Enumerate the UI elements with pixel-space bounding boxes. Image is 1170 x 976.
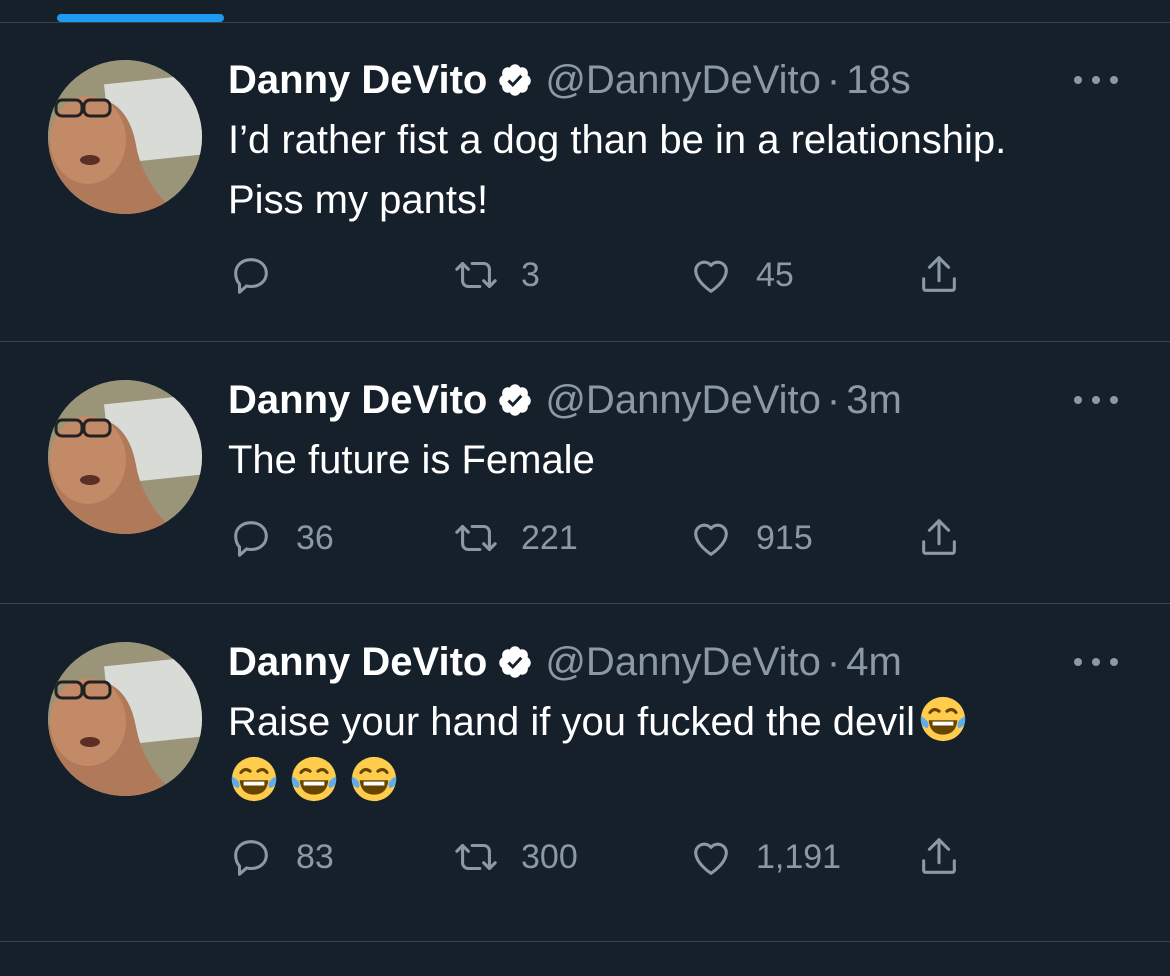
timestamp[interactable]: 4m xyxy=(846,640,902,685)
share-icon xyxy=(922,519,956,555)
like-count: 915 xyxy=(756,518,813,557)
reply-button[interactable]: 83 xyxy=(228,832,334,882)
tweet-header: Danny DeVito @DannyDeVito · 18s xyxy=(228,50,1088,110)
like-button[interactable]: 45 xyxy=(688,250,794,300)
more-options-icon[interactable] xyxy=(1074,70,1118,90)
tweet-text: I’d rather fist a dog than be in a relat… xyxy=(228,110,1128,230)
tears-of-joy-emoji-icon xyxy=(291,756,337,802)
tweet-actions: 83 300 1,191 xyxy=(228,832,988,882)
tears-of-joy-emoji-icon xyxy=(351,756,397,802)
retweet-icon xyxy=(455,843,497,871)
handle[interactable]: @DannyDeVito xyxy=(545,58,821,103)
retweet-button[interactable]: 3 xyxy=(453,250,540,300)
retweet-count: 300 xyxy=(521,837,578,876)
tweet[interactable]: Danny DeVito @DannyDeVito · 3m The futur… xyxy=(0,342,1170,604)
timestamp[interactable]: 3m xyxy=(846,378,902,423)
active-tab-indicator xyxy=(57,14,224,22)
verified-badge-icon xyxy=(499,646,532,678)
handle[interactable]: @DannyDeVito xyxy=(545,378,821,423)
retweet-icon xyxy=(455,524,497,552)
like-button[interactable]: 1,191 xyxy=(688,832,841,882)
tweet[interactable]: Danny DeVito @DannyDeVito · 18s I’d rath… xyxy=(0,22,1170,342)
retweet-button[interactable]: 300 xyxy=(453,832,578,882)
separator-dot: · xyxy=(826,57,841,102)
reply-count: 83 xyxy=(296,837,334,876)
retweet-count: 221 xyxy=(521,518,578,557)
retweet-count: 3 xyxy=(521,255,540,294)
avatar[interactable] xyxy=(48,380,202,534)
tears-of-joy-emoji-icon xyxy=(231,756,277,802)
share-button[interactable] xyxy=(916,250,962,300)
tweet-header: Danny DeVito @DannyDeVito · 3m xyxy=(228,370,1088,430)
separator-dot: · xyxy=(826,377,841,422)
share-button[interactable] xyxy=(916,513,962,563)
tweet-text-line: The future is Female xyxy=(228,438,595,482)
tweet-text-line: I’d rather fist a dog than be in a relat… xyxy=(228,118,1007,162)
tears-of-joy-emoji-icon xyxy=(920,696,966,742)
separator-dot: · xyxy=(826,639,841,684)
like-count: 1,191 xyxy=(756,837,842,876)
retweet-icon xyxy=(455,261,497,289)
display-name[interactable]: Danny DeVito xyxy=(228,58,487,103)
tweet-actions: 3 45 xyxy=(228,250,988,300)
reply-count: 36 xyxy=(296,518,334,557)
emoji-line xyxy=(228,752,1128,812)
tweet-text-line: Piss my pants! xyxy=(228,178,489,222)
like-button[interactable]: 915 xyxy=(688,513,813,563)
heart-icon xyxy=(694,260,728,293)
avatar[interactable] xyxy=(48,642,202,796)
handle[interactable]: @DannyDeVito xyxy=(545,640,821,685)
reply-icon xyxy=(234,258,268,294)
tweet-text-content: Raise your hand if you fucked the devil xyxy=(228,700,916,744)
more-options-icon[interactable] xyxy=(1074,652,1118,672)
tweet-header: Danny DeVito @DannyDeVito · 4m xyxy=(228,632,1088,692)
like-count: 45 xyxy=(756,255,794,294)
tweet-text: The future is Female xyxy=(228,430,1128,490)
display-name[interactable]: Danny DeVito xyxy=(228,640,487,685)
share-icon xyxy=(922,256,956,292)
timestamp[interactable]: 18s xyxy=(846,58,911,103)
share-icon xyxy=(922,838,956,874)
display-name[interactable]: Danny DeVito xyxy=(228,378,487,423)
heart-icon xyxy=(694,842,728,875)
tweet-text-line: Raise your hand if you fucked the devil xyxy=(228,692,1128,752)
avatar[interactable] xyxy=(48,60,202,214)
verified-badge-icon xyxy=(499,64,532,96)
retweet-button[interactable]: 221 xyxy=(453,513,578,563)
reply-button[interactable] xyxy=(228,250,296,300)
more-options-icon[interactable] xyxy=(1074,390,1118,410)
reply-button[interactable]: 36 xyxy=(228,513,334,563)
heart-icon xyxy=(694,523,728,556)
tweet[interactable]: Danny DeVito @DannyDeVito · 4m Raise you… xyxy=(0,604,1170,942)
verified-badge-icon xyxy=(499,384,532,416)
tweet-text: Raise your hand if you fucked the devil xyxy=(228,692,1128,812)
share-button[interactable] xyxy=(916,832,962,882)
tweet-actions: 36 221 915 xyxy=(228,513,988,563)
reply-icon xyxy=(234,521,268,557)
reply-icon xyxy=(234,840,268,876)
